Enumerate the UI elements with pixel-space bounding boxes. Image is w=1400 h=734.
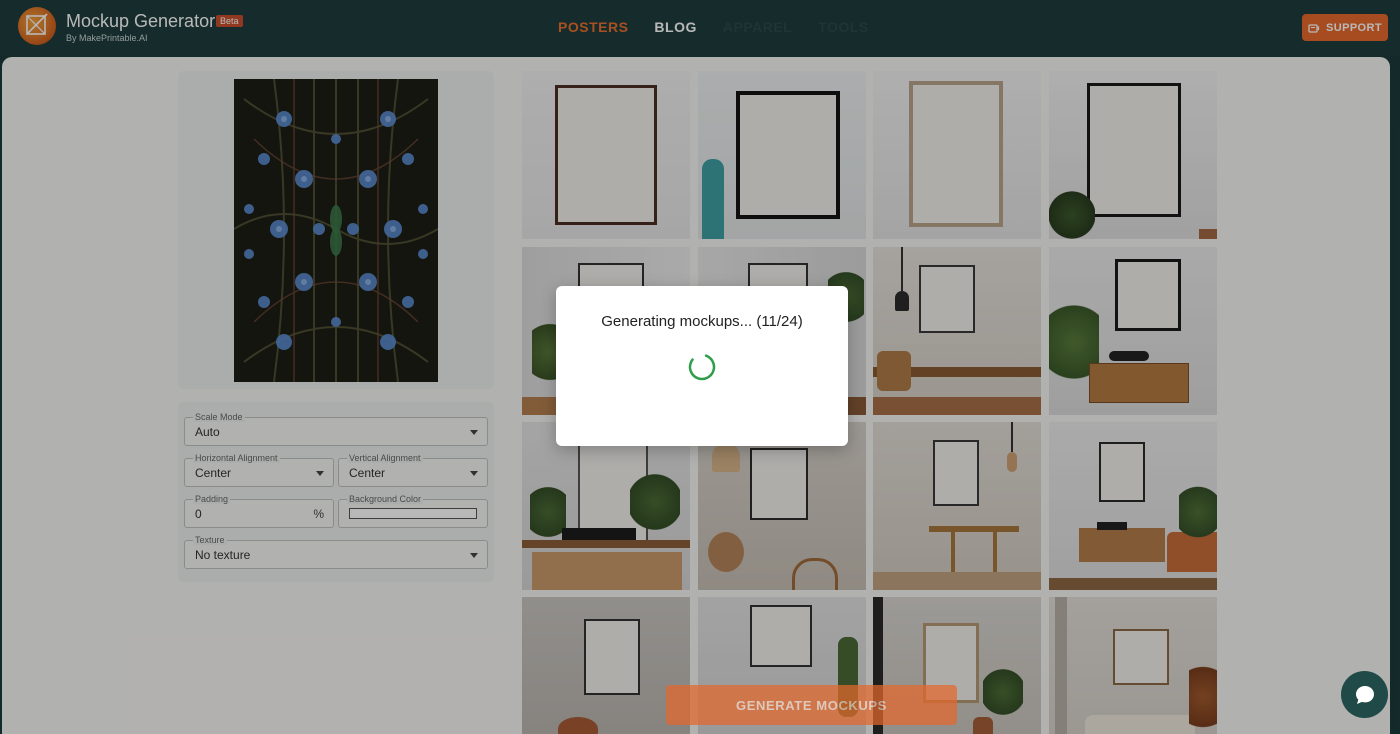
chat-bubble-icon xyxy=(1355,685,1374,704)
loading-spinner-icon xyxy=(688,353,716,381)
generate-mockups-button[interactable]: GENERATE MOCKUPS xyxy=(666,685,957,725)
chat-widget-button[interactable] xyxy=(1341,671,1388,718)
progress-dialog: Generating mockups... (11/24) xyxy=(556,286,848,446)
progress-message: Generating mockups... (11/24) xyxy=(601,313,803,330)
